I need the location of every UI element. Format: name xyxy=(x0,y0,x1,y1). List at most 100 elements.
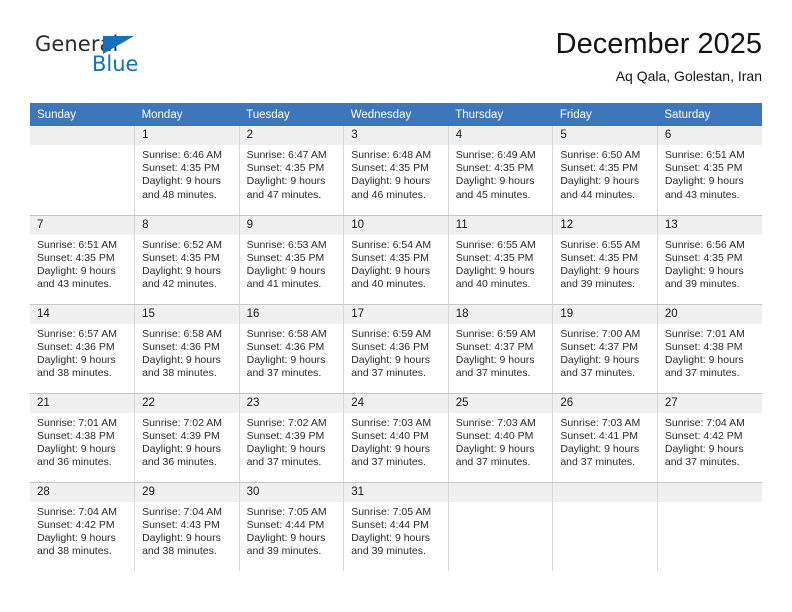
daylight-duration-line1: Daylight: 9 hours xyxy=(142,264,221,277)
sunset-time: Sunset: 4:35 PM xyxy=(664,162,743,175)
calendar-day-cell[interactable]: 15 Sunrise: 6:58 AM Sunset: 4:36 PM Dayligh… xyxy=(134,304,240,394)
daylight-duration-line1: Daylight: 9 hours xyxy=(246,175,326,188)
calendar-day-cell[interactable]: 12 Sunrise: 6:55 AM Sunset: 4:35 PM Dayligh… xyxy=(552,215,658,305)
day-number: 6 xyxy=(657,126,762,145)
daylight-duration-line1: Daylight: 9 hours xyxy=(560,264,640,277)
daylight-duration-line1: Daylight: 9 hours xyxy=(560,175,640,188)
calendar-day-cell[interactable]: 9 Sunrise: 6:53 AM Sunset: 4:35 PM Daylight… xyxy=(239,215,345,305)
daylight-duration-line2: and 37 minutes. xyxy=(246,367,322,380)
calendar-day-cell[interactable]: 2 Sunrise: 6:47 AM Sunset: 4:35 PM Daylight… xyxy=(239,126,345,216)
daylight-duration-line1: Daylight: 9 hours xyxy=(142,442,221,455)
title-block: December 2025 Aq Qala, Golestan, Iran xyxy=(556,26,762,86)
calendar-day-cell-empty xyxy=(552,482,658,571)
day-number: 16 xyxy=(239,304,344,324)
sunset-time: Sunset: 4:35 PM xyxy=(37,251,115,264)
day-number: 4 xyxy=(448,126,553,145)
daylight-duration-line1: Daylight: 9 hours xyxy=(455,442,535,455)
calendar-day-cell[interactable]: 29 Sunrise: 7:04 AM Sunset: 4:43 PM Dayligh… xyxy=(134,482,240,571)
sunset-time: Sunset: 4:44 PM xyxy=(246,518,325,531)
sunrise-time: Sunrise: 6:57 AM xyxy=(37,327,117,340)
calendar-day-cell[interactable]: 31 Sunrise: 7:05 AM Sunset: 4:44 PM Dayligh… xyxy=(343,482,449,571)
sunrise-time: Sunrise: 6:59 AM xyxy=(455,327,536,340)
calendar-day-cell[interactable]: 5 Sunrise: 6:50 AM Sunset: 4:35 PM Daylight… xyxy=(552,126,658,216)
sunset-time: Sunset: 4:43 PM xyxy=(142,518,220,531)
daylight-duration-line2: and 39 minutes. xyxy=(664,278,740,291)
calendar-day-cell[interactable]: 6 Sunrise: 6:51 AM Sunset: 4:35 PM Daylight… xyxy=(657,126,762,216)
calendar-week-row: 1 Sunrise: 6:46 AM Sunset: 4:35 PM Daylight… xyxy=(30,126,762,216)
calendar-day-cell[interactable]: 13 Sunrise: 6:56 AM Sunset: 4:35 PM Dayligh… xyxy=(657,215,762,305)
calendar-header-row: Sunday Monday Tuesday Wednesday Thursday… xyxy=(30,103,762,126)
calendar-day-cell[interactable]: 7 Sunrise: 6:51 AM Sunset: 4:35 PM Daylight… xyxy=(30,215,136,305)
calendar-day-cell[interactable]: 28 Sunrise: 7:04 AM Sunset: 4:42 PM Dayligh… xyxy=(30,482,136,571)
calendar-day-cell[interactable]: 4 Sunrise: 6:49 AM Sunset: 4:35 PM Daylight… xyxy=(448,126,554,216)
daylight-duration-line1: Daylight: 9 hours xyxy=(37,531,116,544)
sunrise-time: Sunrise: 6:50 AM xyxy=(560,149,641,161)
day-number: 5 xyxy=(553,126,657,145)
daylight-duration-line2: and 37 minutes. xyxy=(455,367,531,380)
weekday-header-monday: Monday xyxy=(134,103,240,126)
daylight-duration-line1: Daylight: 9 hours xyxy=(142,353,221,366)
day-details: Sunrise: 6:54 AM Sunset: 4:35 PM Daylight:… xyxy=(344,235,448,292)
sunrise-time: Sunrise: 6:49 AM xyxy=(455,149,536,161)
calendar-day-cell[interactable]: 27 Sunrise: 7:04 AM Sunset: 4:42 PM Dayligh… xyxy=(657,393,762,483)
calendar-day-cell[interactable]: 25 Sunrise: 7:03 AM Sunset: 4:40 PM Dayligh… xyxy=(448,393,554,483)
calendar-day-cell[interactable]: 30 Sunrise: 7:05 AM Sunset: 4:44 PM Dayligh… xyxy=(239,482,345,571)
sunrise-time: Sunrise: 6:58 AM xyxy=(246,327,327,340)
calendar-day-cell[interactable]: 1 Sunrise: 6:46 AM Sunset: 4:35 PM Daylight… xyxy=(134,126,240,216)
day-number: 10 xyxy=(344,215,448,235)
day-number: 12 xyxy=(553,215,657,235)
daylight-duration-line1: Daylight: 9 hours xyxy=(142,175,221,188)
daylight-duration-line1: Daylight: 9 hours xyxy=(246,264,326,277)
day-details: Sunrise: 7:04 AM Sunset: 4:42 PM Daylight:… xyxy=(30,502,134,559)
calendar-day-cell[interactable]: 14 Sunrise: 6:57 AM Sunset: 4:36 PM Dayligh… xyxy=(30,304,136,394)
day-number: 14 xyxy=(30,304,135,324)
day-number: 11 xyxy=(448,215,553,235)
sunset-time: Sunset: 4:35 PM xyxy=(664,251,743,264)
calendar-table: Sunday Monday Tuesday Wednesday Thursday… xyxy=(30,103,762,571)
calendar-day-cell[interactable]: 10 Sunrise: 6:54 AM Sunset: 4:35 PM Dayligh… xyxy=(343,215,449,305)
daylight-duration-line2: and 48 minutes. xyxy=(142,188,217,201)
calendar-day-cell[interactable]: 22 Sunrise: 7:02 AM Sunset: 4:39 PM Dayligh… xyxy=(134,393,240,483)
daylight-duration-line1: Daylight: 9 hours xyxy=(351,353,430,366)
daylight-duration-line1: Daylight: 9 hours xyxy=(246,531,326,544)
daylight-duration-line2: and 47 minutes. xyxy=(246,188,322,201)
daylight-duration-line1: Daylight: 9 hours xyxy=(455,353,535,366)
sunrise-time: Sunrise: 7:05 AM xyxy=(246,505,327,518)
daylight-duration-line2: and 37 minutes. xyxy=(455,456,531,469)
sunset-time: Sunset: 4:40 PM xyxy=(351,429,429,442)
daylight-duration-line1: Daylight: 9 hours xyxy=(560,353,640,366)
calendar-day-cell[interactable]: 24 Sunrise: 7:03 AM Sunset: 4:40 PM Dayligh… xyxy=(343,393,449,483)
day-number xyxy=(448,482,553,502)
sunrise-time: Sunrise: 6:54 AM xyxy=(351,238,432,251)
calendar-day-cell[interactable]: 21 Sunrise: 7:01 AM Sunset: 4:38 PM Dayligh… xyxy=(30,393,136,483)
calendar-day-cell[interactable]: 23 Sunrise: 7:02 AM Sunset: 4:39 PM Dayligh… xyxy=(239,393,345,483)
sunrise-time: Sunrise: 7:03 AM xyxy=(560,416,641,429)
daylight-duration-line1: Daylight: 9 hours xyxy=(664,264,744,277)
sunset-time: Sunset: 4:35 PM xyxy=(246,162,325,175)
calendar-day-cell[interactable]: 18 Sunrise: 6:59 AM Sunset: 4:37 PM Dayligh… xyxy=(448,304,554,394)
day-details: Sunrise: 6:48 AM Sunset: 4:35 PM Daylight:… xyxy=(344,145,448,202)
day-details: Sunrise: 6:56 AM Sunset: 4:35 PM Daylight:… xyxy=(658,235,762,292)
calendar-day-cell[interactable]: 17 Sunrise: 6:59 AM Sunset: 4:36 PM Dayligh… xyxy=(343,304,449,394)
calendar-day-cell[interactable]: 3 Sunrise: 6:48 AM Sunset: 4:35 PM Daylight… xyxy=(343,126,449,216)
sunset-time: Sunset: 4:35 PM xyxy=(455,251,534,264)
day-number: 21 xyxy=(30,393,135,413)
sunset-time: Sunset: 4:40 PM xyxy=(455,429,534,442)
calendar-day-cell[interactable]: 16 Sunrise: 6:58 AM Sunset: 4:36 PM Dayligh… xyxy=(239,304,345,394)
sunrise-time: Sunrise: 6:55 AM xyxy=(560,238,641,251)
day-number: 17 xyxy=(344,304,448,324)
generalblue-logo[interactable]: General Blue xyxy=(35,32,235,88)
daylight-duration-line1: Daylight: 9 hours xyxy=(37,264,116,277)
calendar-day-cell[interactable]: 19 Sunrise: 7:00 AM Sunset: 4:37 PM Dayligh… xyxy=(552,304,658,394)
calendar-day-cell[interactable]: 26 Sunrise: 7:03 AM Sunset: 4:41 PM Dayligh… xyxy=(552,393,658,483)
day-details: Sunrise: 6:58 AM Sunset: 4:36 PM Daylight:… xyxy=(240,324,344,381)
sunrise-time: Sunrise: 6:48 AM xyxy=(351,149,432,161)
daylight-duration-line1: Daylight: 9 hours xyxy=(351,531,430,544)
sunrise-time: Sunrise: 6:53 AM xyxy=(246,238,327,251)
calendar-day-cell[interactable]: 20 Sunrise: 7:01 AM Sunset: 4:38 PM Dayligh… xyxy=(657,304,762,394)
sunrise-time: Sunrise: 7:05 AM xyxy=(351,505,432,518)
calendar-day-cell[interactable]: 11 Sunrise: 6:55 AM Sunset: 4:35 PM Dayligh… xyxy=(448,215,554,305)
daylight-duration-line2: and 38 minutes. xyxy=(37,545,112,558)
sunrise-time: Sunrise: 7:04 AM xyxy=(142,505,223,518)
calendar-day-cell[interactable]: 8 Sunrise: 6:52 AM Sunset: 4:35 PM Daylight… xyxy=(134,215,240,305)
